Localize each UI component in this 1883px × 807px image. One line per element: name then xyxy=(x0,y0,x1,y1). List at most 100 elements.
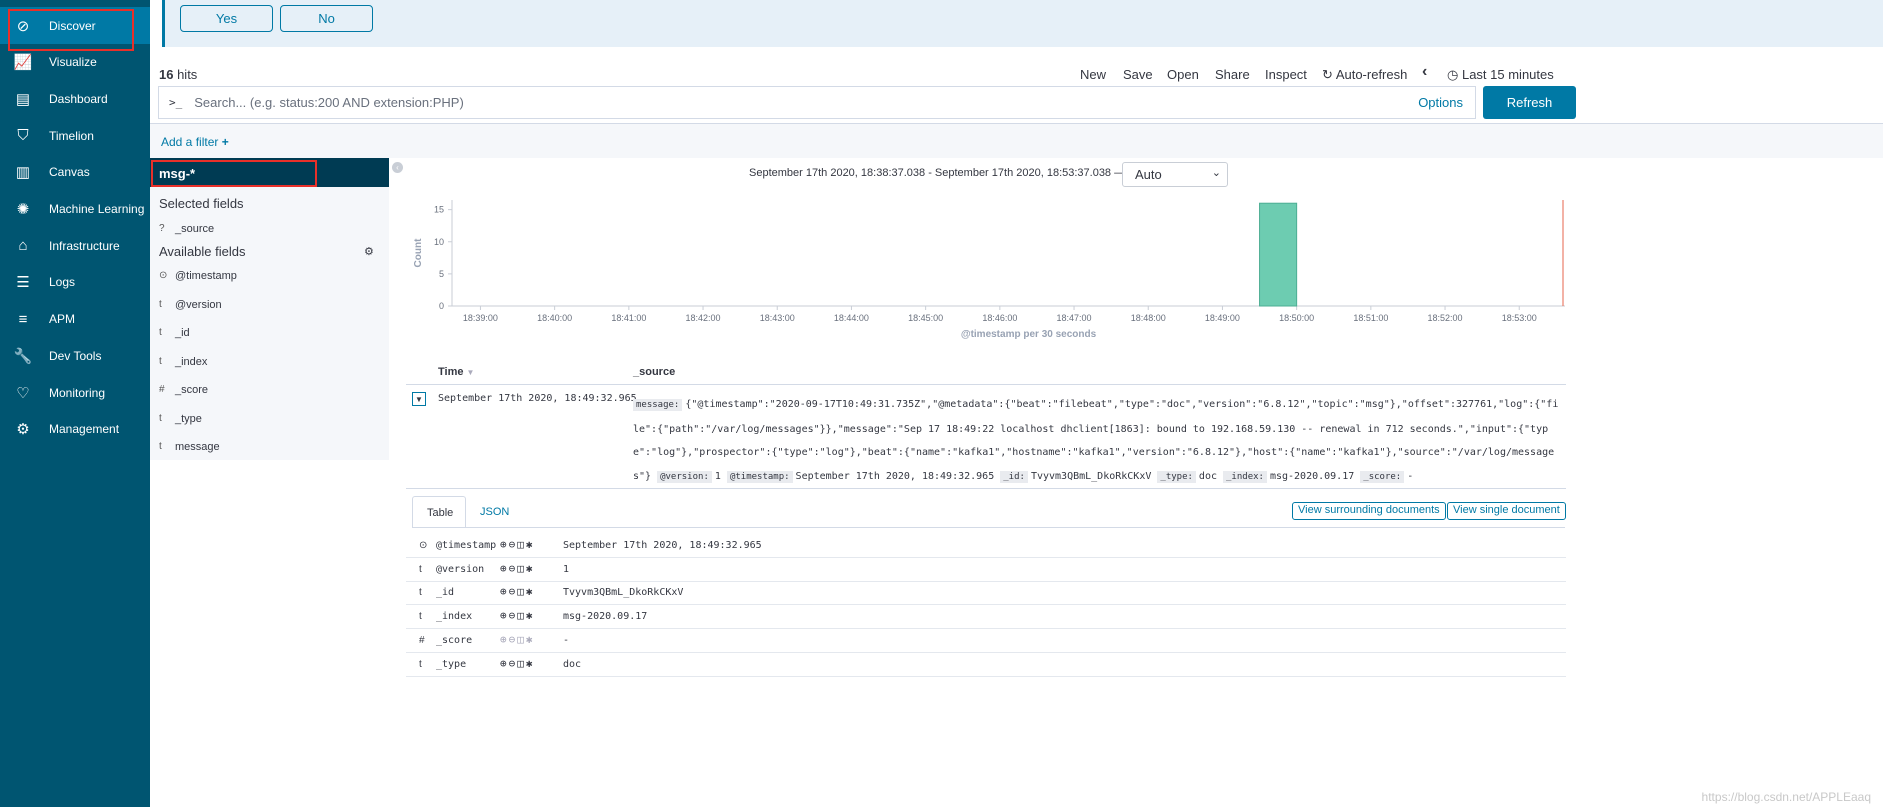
save-button[interactable]: Save xyxy=(1123,67,1153,82)
y-axis-label: Count xyxy=(413,238,424,268)
x-axis-label: @timestamp per 30 seconds xyxy=(961,329,1097,340)
watermark: https://blog.csdn.net/APPLEaaq xyxy=(1701,790,1871,804)
sidebar-item-apm[interactable]: ≡ APM xyxy=(0,301,150,338)
field-name: _id xyxy=(175,327,190,339)
field-actions-icons[interactable]: ⊕⊖◫✱ xyxy=(500,657,535,670)
sidebar-item-dashboard[interactable]: ▤ Dashboard xyxy=(0,80,150,117)
interval-select[interactable]: Auto ⌄ xyxy=(1122,162,1228,187)
x-tick-label: 18:51:00 xyxy=(1353,313,1388,323)
yes-button[interactable]: Yes xyxy=(180,5,273,32)
field-actions-icons[interactable]: ⊕⊖◫✱ xyxy=(500,562,535,575)
chevron-left-icon[interactable]: ‹ xyxy=(1422,63,1427,81)
detail-row: t _id ⊕⊖◫✱ Tvyvm3QBmL_DkoRkCKxV xyxy=(406,582,1566,606)
sidebar-item-canvas[interactable]: ▥ Canvas xyxy=(0,154,150,191)
new-button[interactable]: New xyxy=(1080,67,1106,82)
machine-learning-icon: ✺ xyxy=(16,201,30,218)
field-actions-icons[interactable]: ⊕⊖◫✱ xyxy=(500,538,535,551)
dashboard-icon: ▤ xyxy=(15,90,31,108)
sidebar-item-infrastructure[interactable]: ⌂ Infrastructure xyxy=(0,227,150,264)
field-item-source[interactable]: ? _source xyxy=(159,223,214,235)
x-tick-label: 18:42:00 xyxy=(686,313,721,323)
detail-row: t @version ⊕⊖◫✱ 1 xyxy=(406,559,1566,582)
no-button[interactable]: No xyxy=(280,5,373,32)
view-surrounding-documents-link[interactable]: View surrounding documents xyxy=(1292,502,1446,520)
field-name: _score xyxy=(436,634,473,646)
time-picker-button[interactable]: ◷ Last 15 minutes xyxy=(1447,67,1554,83)
confirm-banner: Yes No xyxy=(162,0,1883,47)
source-key: _id: xyxy=(1000,470,1028,483)
add-filter-label: Add a filter xyxy=(161,135,219,149)
gear-icon[interactable]: ⚙ xyxy=(364,245,374,258)
source-value: 1 xyxy=(714,470,721,482)
tab-json[interactable]: JSON xyxy=(466,496,523,528)
sidebar-item-label: Infrastructure xyxy=(49,238,120,253)
available-fields-heading: Available fields xyxy=(159,244,246,259)
field-type-icon: t xyxy=(159,412,162,424)
sidebar: ⊘ Discover 📈 Visualize ▤ Dashboard ⛉ Timelion ▥ C… xyxy=(0,0,150,807)
x-tick-label: 18:46:00 xyxy=(982,313,1017,323)
source-key: _index: xyxy=(1223,470,1267,483)
gear-icon: ⚙ xyxy=(16,421,30,439)
plus-icon: + xyxy=(221,135,229,149)
view-single-document-link[interactable]: View single document xyxy=(1447,502,1566,520)
auto-refresh-button[interactable]: ↻ Auto-refresh xyxy=(1322,67,1407,83)
sidebar-item-logs[interactable]: ☰ Logs xyxy=(0,264,150,301)
sidebar-item-label: Timelion xyxy=(49,128,94,143)
field-item[interactable]: t message xyxy=(159,441,220,453)
field-actions-icons[interactable]: ⊕⊖◫✱ xyxy=(500,585,535,598)
field-item[interactable]: ⊙ @timestamp xyxy=(159,270,237,282)
x-tick-label: 18:40:00 xyxy=(537,313,572,323)
field-name: _score xyxy=(175,384,209,396)
field-actions-icons[interactable]: ⊕⊖◫✱ xyxy=(500,609,535,622)
inspect-button[interactable]: Inspect xyxy=(1265,67,1307,82)
wrench-icon: 🔧 xyxy=(13,347,33,365)
sidebar-item-dev-tools[interactable]: 🔧 Dev Tools xyxy=(0,337,150,374)
time-column-header[interactable]: Time ▼ xyxy=(438,366,474,378)
histogram-chart[interactable]: 0 5 10 15 18:39:00 18:40:00 18:41:00 18:42:00 18… xyxy=(400,195,1570,345)
x-tick-label: 18:50:00 xyxy=(1279,313,1314,323)
sidebar-item-management[interactable]: ⚙ Management xyxy=(0,411,150,448)
field-item[interactable]: t _type xyxy=(159,413,202,425)
detail-row: # _score ⊕⊖◫✱ - xyxy=(406,630,1566,653)
doc-time: September 17th 2020, 18:49:32.965 xyxy=(438,393,637,404)
add-filter-button[interactable]: Add a filter + xyxy=(161,135,229,149)
sidebar-item-monitoring[interactable]: ♡ Monitoring xyxy=(0,374,150,411)
field-item[interactable]: t _index xyxy=(159,356,207,368)
x-tick-label: 18:43:00 xyxy=(760,313,795,323)
expand-row-button[interactable]: ▼ xyxy=(412,392,426,406)
field-value: msg-2020.09.17 xyxy=(563,611,648,623)
field-value: 1 xyxy=(563,563,570,575)
open-button[interactable]: Open xyxy=(1167,67,1199,82)
hits-label: hits xyxy=(173,67,198,82)
sidebar-item-timelion[interactable]: ⛉ Timelion xyxy=(0,117,150,154)
visualize-icon: 📈 xyxy=(13,54,33,72)
selected-fields-heading: Selected fields xyxy=(159,196,244,211)
field-type-icon: # xyxy=(419,634,425,646)
tab-table[interactable]: Table xyxy=(412,496,466,528)
sidebar-item-machine-learning[interactable]: ✺ Machine Learning xyxy=(0,191,150,228)
divider xyxy=(412,527,1565,528)
sort-icon[interactable]: ▼ xyxy=(467,368,475,377)
x-tick-label: 18:47:00 xyxy=(1057,313,1092,323)
refresh-button[interactable]: Refresh xyxy=(1483,86,1576,119)
histogram-bar xyxy=(1259,202,1298,307)
share-button[interactable]: Share xyxy=(1215,67,1250,82)
field-name: _id xyxy=(436,587,455,599)
field-type-icon: t xyxy=(419,587,422,599)
filter-bar xyxy=(150,123,1883,158)
options-button[interactable]: Options xyxy=(1418,95,1463,110)
source-value: {"@timestamp":"2020-09-17T10:49:31.735Z"… xyxy=(633,399,1559,482)
field-type-icon: ⊙ xyxy=(159,270,168,281)
field-actions-icons[interactable]: ⊕⊖◫✱ xyxy=(500,633,535,646)
canvas-icon: ▥ xyxy=(15,164,31,182)
collapse-sidebar-icon[interactable]: ‹ xyxy=(392,162,403,173)
field-type-icon: ? xyxy=(159,223,165,234)
highlight-box xyxy=(151,160,317,187)
field-type-icon: t xyxy=(159,355,162,367)
field-item[interactable]: t _id xyxy=(159,327,190,339)
search-bar[interactable]: >_ Search... (e.g. status:200 AND extens… xyxy=(158,86,1476,119)
field-name: @version xyxy=(175,298,222,311)
field-item[interactable]: t @version xyxy=(159,299,222,311)
field-item[interactable]: # _score xyxy=(159,384,208,396)
search-input[interactable]: Search... (e.g. status:200 AND extension… xyxy=(194,95,464,110)
